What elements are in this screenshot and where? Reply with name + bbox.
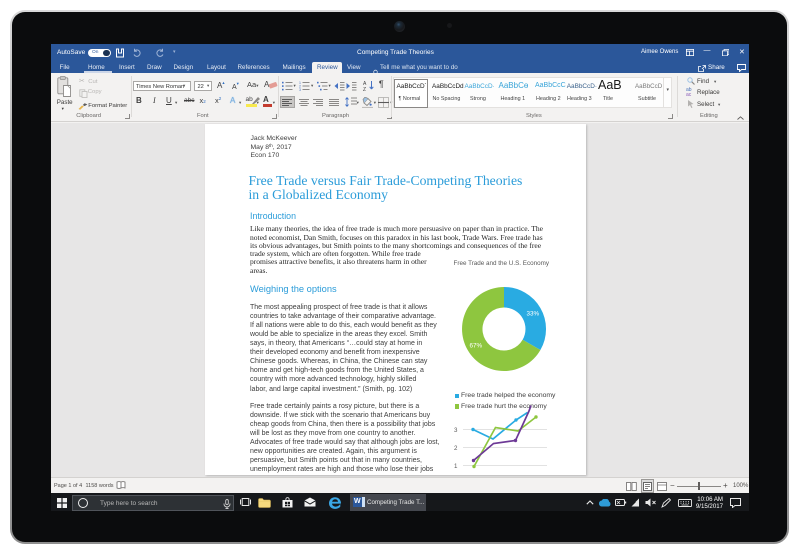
- svg-text:2: 2: [454, 445, 458, 452]
- svg-text:33%: 33%: [527, 310, 540, 317]
- svg-text:Z: Z: [363, 87, 366, 91]
- svg-text:1: 1: [454, 463, 458, 470]
- svg-text:67%: 67%: [470, 342, 483, 349]
- svg-text:3: 3: [299, 87, 301, 90]
- svg-text:3: 3: [454, 427, 458, 434]
